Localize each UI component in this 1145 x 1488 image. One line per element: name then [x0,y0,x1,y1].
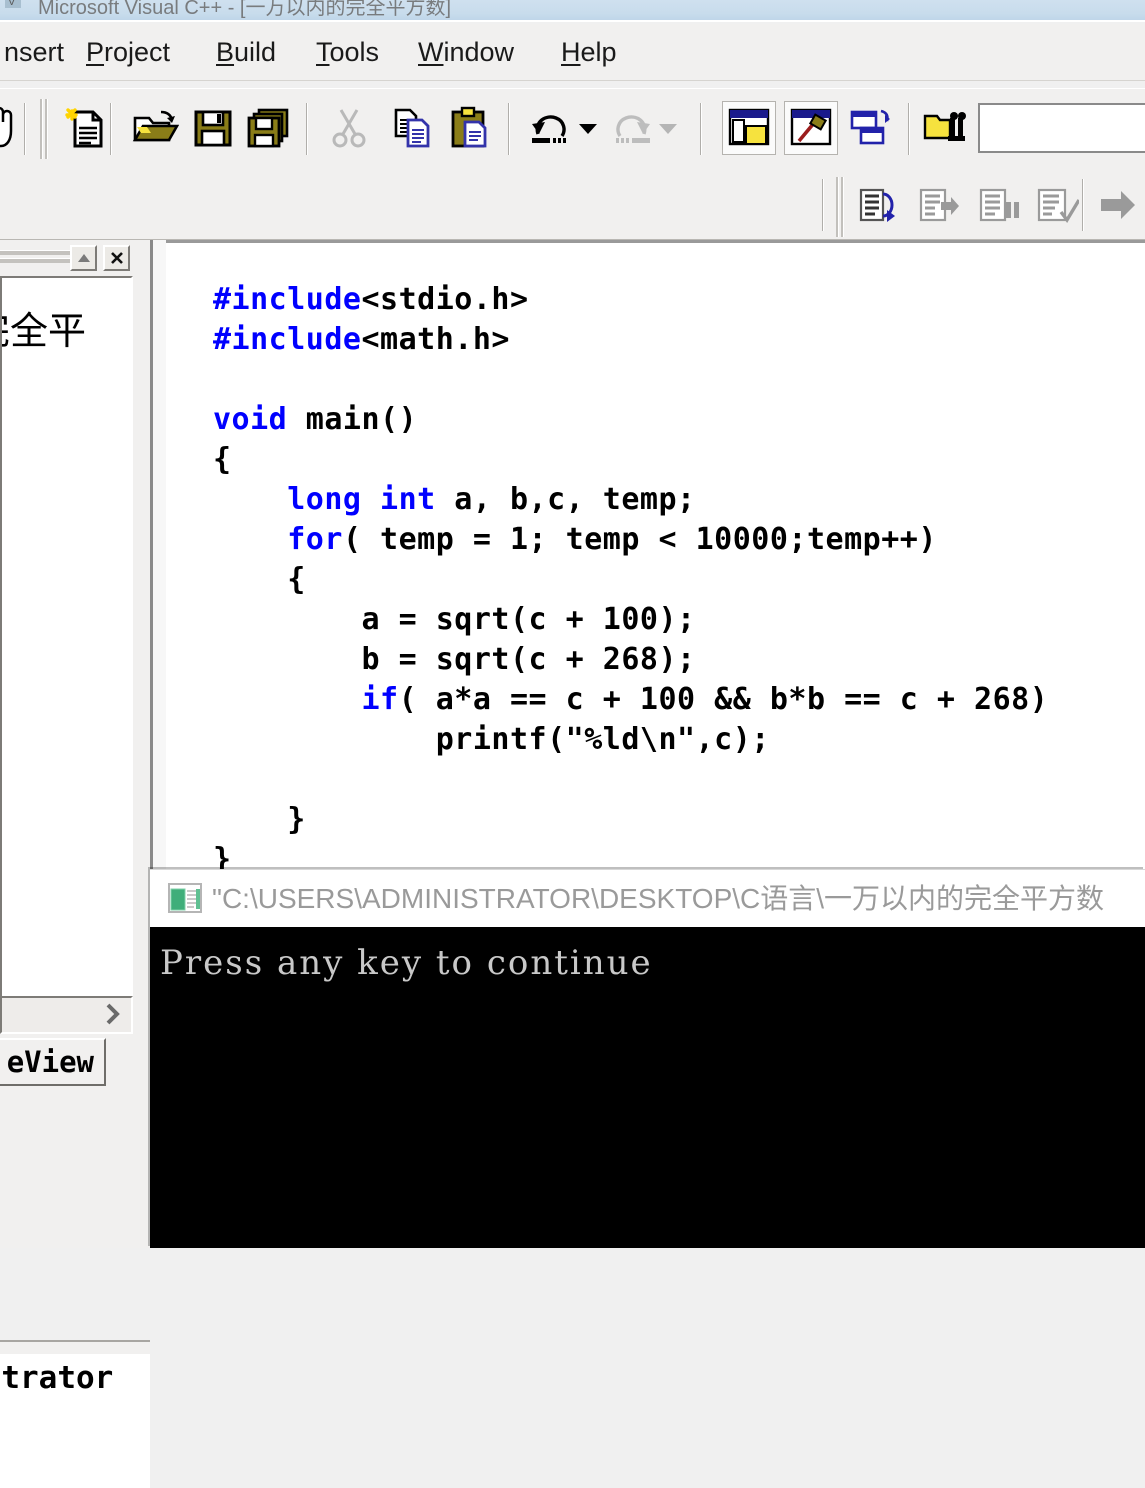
save-all-button[interactable] [242,101,296,155]
workspace-caption-bar[interactable] [0,240,150,276]
workspace-panel: 完全平 eView istrator [0,240,150,1488]
undo-dropdown-chevron-down-icon[interactable] [578,119,598,139]
find-combo-box[interactable] [978,103,1145,153]
titlebar-divider [0,20,1145,22]
code-text: printf("%ld\n",c); [213,722,770,757]
editor-top-border [166,240,1145,243]
tab-fileview[interactable]: eView [0,1038,106,1086]
standard-toolbar [0,88,1145,174]
save-button[interactable] [186,101,240,155]
code-text: ( temp = 1; temp < 10000;temp++) [342,522,937,557]
redo-dropdown-chevron-down-icon[interactable] [658,119,678,139]
workspace-minimize-button[interactable] [70,245,97,271]
code-text: a = sqrt(c + 100); [213,602,696,637]
svg-text:V: V [8,0,16,8]
stop-build-button[interactable] [972,179,1026,233]
menu-bar: nsert Project Build Tools Window Help [0,24,1145,81]
menu-build-label: uild [234,37,277,67]
code-keyword: #include [213,282,362,317]
code-keyword: if [361,682,399,717]
output-window-button[interactable] [784,101,838,155]
toolbar-separator [24,103,26,155]
code-text: { [213,562,306,597]
open-button[interactable] [128,101,182,155]
workspace-caption-grip [0,250,75,264]
workspace-window-button[interactable] [722,101,776,155]
code-text: <math.h> [361,322,510,357]
workspace-tree-node-label[interactable]: 完全平 [2,300,86,355]
build-toolbar [0,173,1145,240]
console-title-bar[interactable]: "C:\USERS\ADMINISTRATOR\DESKTOP\C语言\一万以内… [150,869,1145,927]
console-output-line: Press any key to continue [160,943,653,983]
workspace-horizontal-scrollbar[interactable] [0,996,133,1034]
code-keyword: long int [287,482,436,517]
code-text: a, b,c, temp; [435,482,696,517]
code-editor[interactable]: #include<stdio.h> #include<math.h> void … [150,240,1145,874]
output-pane-text: istrator [0,1360,114,1396]
console-output-area[interactable]: Press any key to continue [150,927,1145,1248]
code-text: } [213,802,306,837]
undo-button[interactable] [524,101,578,155]
code-keyword: for [287,522,343,557]
editor-gutter[interactable] [153,240,166,874]
workspace-tab-strip: eView [0,1038,150,1090]
menu-tools-label: ools [329,37,380,67]
find-in-files-button[interactable] [918,101,972,155]
code-text: main() [287,402,418,437]
menu-project-label: roject [104,37,171,67]
console-window[interactable]: "C:\USERS\ADMINISTRATOR\DESKTOP\C语言\一万以内… [150,869,1145,1248]
toolbar-separator [306,103,308,155]
menu-tools[interactable]: Tools [312,24,383,80]
copy-button[interactable] [386,101,440,155]
window-title-bar[interactable]: V Microsoft Visual C++ - [一万以内的完全平方数] [0,0,1145,22]
find-input[interactable] [980,105,1145,151]
menu-build[interactable]: Build [212,24,280,80]
toolbar-separator [822,179,824,231]
menu-window-label: indow [443,37,515,67]
toolbar-separator [908,103,910,155]
go-button[interactable] [1092,179,1145,233]
window-list-button[interactable] [844,101,898,155]
redo-button[interactable] [604,101,658,155]
paste-button[interactable] [444,101,498,155]
code-text: ( a*a == c + 100 && b*b == c + 268) [398,682,1049,717]
compile-button[interactable] [852,179,906,233]
toolbar-separator [508,103,510,155]
menu-insert-label: nsert [4,37,65,67]
app-icon: V [4,0,22,10]
cut-button[interactable] [322,101,376,155]
menu-project[interactable]: Project [82,24,174,80]
build-toolbar-grip[interactable] [836,177,845,237]
output-pane[interactable]: istrator [0,1354,150,1488]
code-keyword: void [213,402,288,437]
menu-window[interactable]: Window [414,24,518,80]
workspace-close-button[interactable] [103,245,130,271]
execute-program-button[interactable] [1030,179,1084,233]
pan-hand-icon[interactable] [0,101,26,155]
workspace-tree[interactable]: 完全平 [0,276,133,1009]
console-title-text: "C:\USERS\ADMINISTRATOR\DESKTOP\C语言\一万以内… [212,883,1105,914]
menu-help-label: elp [580,37,617,67]
toolbar-separator [110,103,112,155]
new-text-file-button[interactable] [58,101,112,155]
build-button[interactable] [912,179,966,233]
source-code-text[interactable]: #include<stdio.h> #include<math.h> void … [213,280,1048,874]
window-title-text: Microsoft Visual C++ - [一万以内的完全平方数] [38,0,452,19]
code-text: { [213,442,232,477]
code-text: b = sqrt(c + 268); [213,642,696,677]
toolbar-grip[interactable] [40,99,49,159]
menu-help[interactable]: Help [557,24,621,80]
toolbar-separator [700,103,702,155]
scroll-right-arrow-icon[interactable] [97,999,129,1029]
code-text: <stdio.h> [361,282,529,317]
menu-insert[interactable]: nsert [0,24,68,80]
code-keyword: #include [213,322,362,357]
toolbar-separator [1082,179,1084,231]
console-window-icon [168,883,202,913]
